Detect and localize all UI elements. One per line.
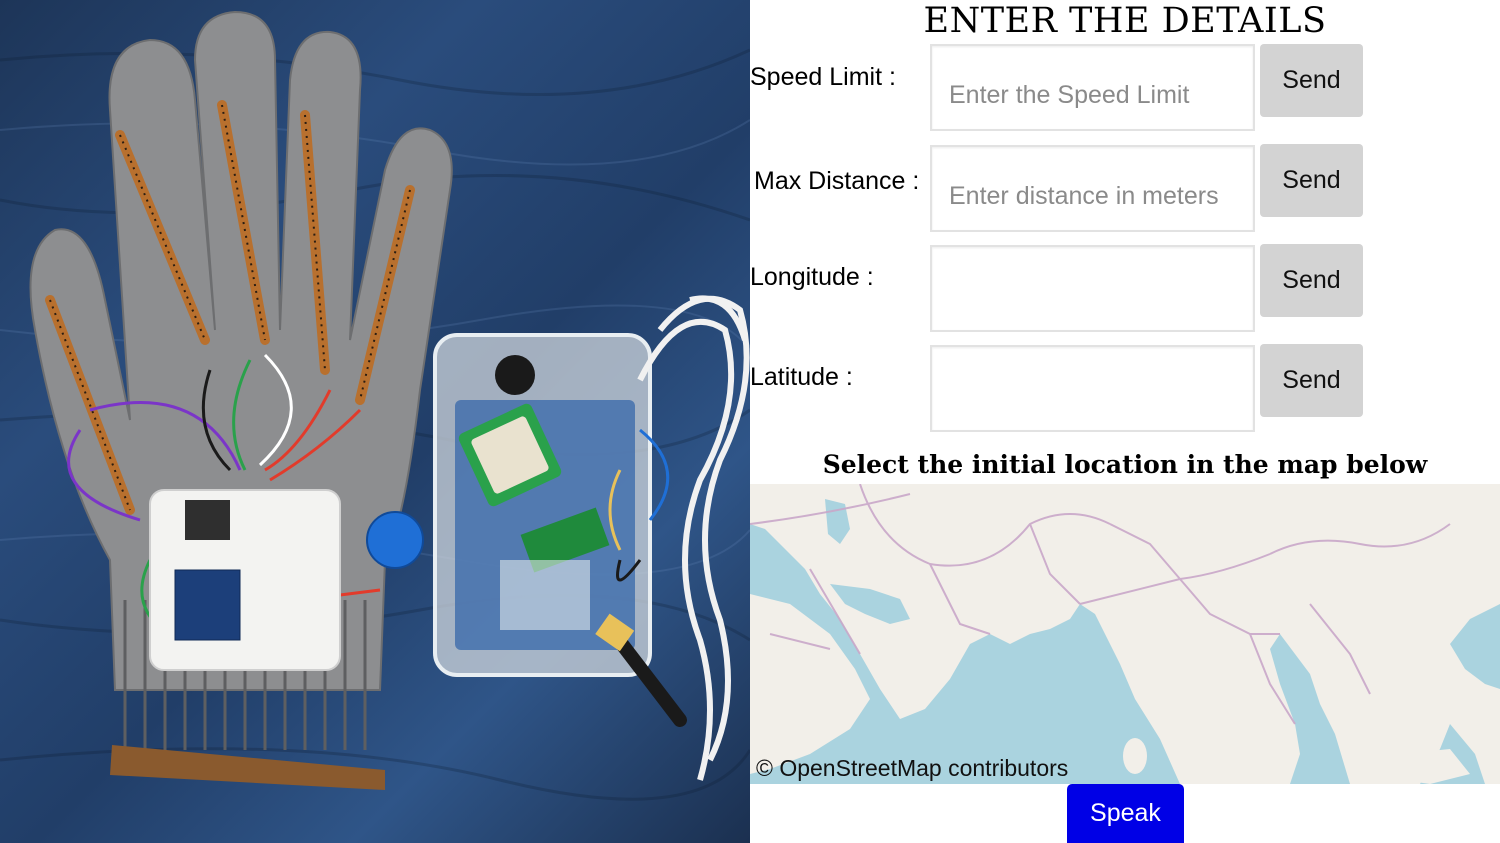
page-title: ENTER THE DETAILS bbox=[923, 1, 1327, 41]
speed-limit-label: Speed Limit : bbox=[750, 63, 896, 91]
max-distance-send-button[interactable]: Send bbox=[1260, 144, 1363, 217]
latitude-send-button[interactable]: Send bbox=[1260, 344, 1363, 417]
glove-photo bbox=[0, 0, 750, 843]
speed-limit-send-button[interactable]: Send bbox=[1260, 44, 1363, 117]
speak-button[interactable]: Speak bbox=[1067, 784, 1184, 843]
map-title: Select the initial location in the map b… bbox=[822, 450, 1428, 479]
map-attribution[interactable]: © OpenStreetMap contributors bbox=[756, 755, 1068, 782]
longitude-label: Longitude : bbox=[750, 263, 874, 291]
longitude-send-button[interactable]: Send bbox=[1260, 244, 1363, 317]
details-form: ENTER THE DETAILS Speed Limit : Send Max… bbox=[750, 0, 1500, 843]
latitude-input[interactable] bbox=[930, 345, 1255, 432]
location-map[interactable]: © OpenStreetMap contributors bbox=[750, 484, 1500, 784]
max-distance-input[interactable] bbox=[930, 145, 1255, 232]
longitude-input[interactable] bbox=[930, 245, 1255, 332]
map-tiles bbox=[750, 484, 1500, 784]
max-distance-label: Max Distance : bbox=[754, 167, 920, 195]
speed-limit-input[interactable] bbox=[930, 44, 1255, 131]
glove-photo-drawing bbox=[0, 10, 750, 801]
latitude-label: Latitude : bbox=[750, 363, 853, 391]
